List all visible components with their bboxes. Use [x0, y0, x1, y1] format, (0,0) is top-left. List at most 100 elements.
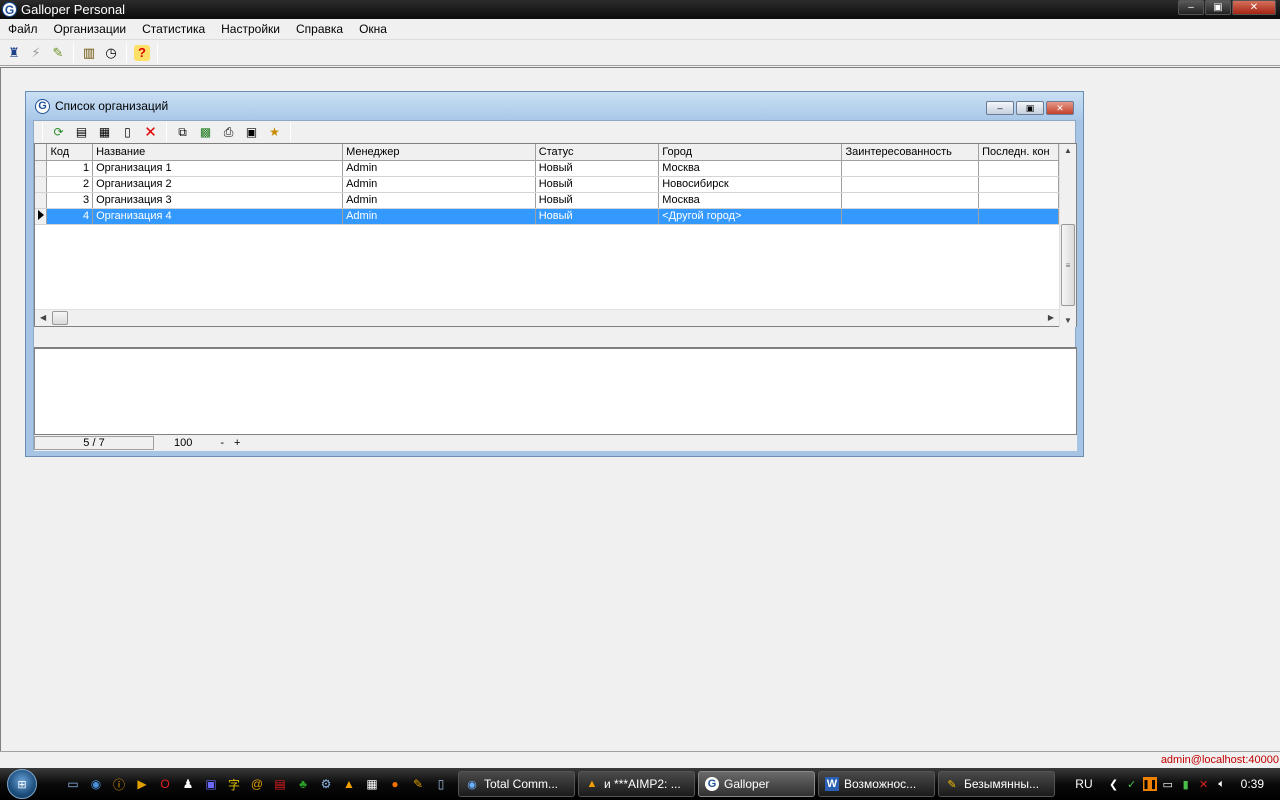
menu-statistics[interactable]: Статистика — [134, 22, 213, 36]
table-row[interactable]: 1 Организация 1 Admin Новый Москва — [35, 160, 1059, 177]
grid-status-bar: 5 / 7 100 - + — [34, 435, 1077, 451]
column-header-manager[interactable]: Менеджер — [342, 144, 536, 161]
scroll-left-icon[interactable]: ◀ — [40, 313, 46, 322]
zoom-in-button[interactable]: + — [234, 437, 240, 449]
help-icon[interactable]: ? — [134, 44, 150, 61]
monitor-icon[interactable]: ▭ — [1161, 777, 1175, 791]
export-icon[interactable]: ▣ — [240, 122, 263, 142]
volume-icon[interactable]: 🔈︎ — [1215, 777, 1229, 791]
column-header-interest[interactable]: Заинтересованность — [841, 144, 980, 161]
column-header-code[interactable]: Код — [46, 144, 94, 161]
cell-code: 4 — [46, 208, 94, 225]
copy-icon[interactable]: ⧉ — [171, 122, 194, 142]
menu-organizations[interactable]: Организации — [46, 22, 135, 36]
toolbar-separator — [73, 42, 74, 63]
filter-icon[interactable]: ▦ — [93, 122, 116, 142]
scroll-right-icon[interactable]: ▶ — [1048, 313, 1054, 322]
firefox-icon[interactable]: ● — [384, 773, 406, 795]
calc-icon[interactable]: ▦ — [361, 773, 383, 795]
refresh-icon[interactable]: ⟳ — [47, 122, 70, 142]
save-icon[interactable]: ▣ — [200, 773, 222, 795]
horizontal-scrollbar[interactable]: ◀ ▶ — [35, 309, 1059, 326]
language-indicator[interactable]: RU — [1075, 777, 1092, 791]
desktop-icon[interactable]: ▭ — [62, 773, 84, 795]
cell-city: Москва — [658, 160, 843, 177]
opera-icon[interactable]: O — [154, 773, 176, 795]
new-document-icon[interactable]: ▯ — [116, 122, 139, 142]
notes-icon[interactable]: ▯ — [430, 773, 452, 795]
pencil-icon[interactable]: ✎ — [407, 773, 429, 795]
child-maximize-button[interactable]: ▣ — [1016, 101, 1044, 115]
table-row[interactable]: 2 Организация 2 Admin Новый Новосибирск — [35, 176, 1059, 193]
cell-status: Новый — [535, 176, 660, 193]
cell-status: Новый — [535, 192, 660, 209]
column-header-name[interactable]: Название — [92, 144, 344, 161]
child-close-button[interactable]: ✕ — [1046, 101, 1074, 115]
detail-panel[interactable] — [34, 347, 1077, 435]
column-header-city[interactable]: Город — [658, 144, 843, 161]
galloper-icon: G — [705, 777, 719, 791]
chevron-left-icon[interactable]: ❮ — [1107, 777, 1121, 791]
table-row-selected[interactable]: 4 Организация 4 Admin Новый <Другой горо… — [35, 208, 1059, 225]
connect-icon[interactable]: ♜ — [3, 42, 25, 64]
browser-icon[interactable]: ◉ — [85, 773, 107, 795]
menu-windows[interactable]: Окна — [351, 22, 395, 36]
media-icon[interactable]: ▶ — [131, 773, 153, 795]
menu-help[interactable]: Справка — [288, 22, 351, 36]
clock-icon[interactable]: ◷ — [100, 42, 122, 64]
cell-interest — [841, 176, 980, 193]
factory-icon[interactable]: ▥ — [78, 42, 100, 64]
minimize-button[interactable]: ‒ — [1178, 0, 1204, 15]
excel-icon[interactable]: ▩ — [194, 122, 217, 142]
pause-icon[interactable]: ❚❚ — [1142, 777, 1157, 791]
print-icon[interactable]: ⎙ — [217, 122, 240, 142]
task-aimp[interactable]: ▲ и ***AIMP2: ... — [578, 771, 695, 797]
properties-icon[interactable]: ▤ — [70, 122, 93, 142]
info-icon[interactable]: ⓘ — [108, 773, 130, 795]
skype-icon[interactable]: ⚙ — [315, 773, 337, 795]
people-icon[interactable]: ♟ — [177, 773, 199, 795]
task-total-commander[interactable]: ◉ Total Comm... — [458, 771, 575, 797]
task-galloper[interactable]: G Galloper — [698, 771, 815, 797]
zoom-out-button[interactable]: - — [220, 437, 224, 449]
battery-icon[interactable]: ▮ — [1179, 777, 1193, 791]
child-minimize-button[interactable]: ‒ — [986, 101, 1014, 115]
column-header-last-contact[interactable]: Последн. кон — [978, 144, 1059, 161]
task-label: и ***AIMP2: ... — [604, 777, 681, 791]
vertical-scroll-thumb[interactable]: ≡ — [1061, 224, 1075, 306]
clock[interactable]: 0:39 — [1241, 777, 1264, 791]
pdf-icon[interactable]: ▤ — [269, 773, 291, 795]
organizations-window-title-bar[interactable]: G Список организаций ‒ ▣ ✕ — [26, 92, 1083, 120]
maximize-button[interactable]: ▣ — [1205, 0, 1231, 15]
quick-launch: ▭ ◉ ⓘ ▶ O ♟ ▣ 字 @ ▤ ♣ ⚙ ▲ ▦ ● ✎ ▯ — [62, 773, 452, 795]
menu-file[interactable]: Файл — [0, 22, 46, 36]
table-row[interactable]: 3 Организация 3 Admin Новый Москва — [35, 192, 1059, 209]
network-disconnected-icon[interactable]: ✕ — [1197, 777, 1211, 791]
start-button[interactable]: ⊞ — [0, 768, 44, 800]
plug-icon[interactable]: ✎ — [47, 42, 69, 64]
import-icon[interactable]: ★ — [263, 122, 286, 142]
menu-bar: Файл Организации Статистика Настройки Сп… — [0, 19, 1280, 40]
disconnect-icon[interactable]: ⚡ — [25, 42, 47, 64]
cell-status: Новый — [535, 160, 660, 177]
app-icon[interactable]: ♣ — [292, 773, 314, 795]
app-title-bar[interactable]: G Galloper Personal ‒ ▣ ✕ — [0, 0, 1280, 19]
menu-settings[interactable]: Настройки — [213, 22, 288, 36]
aimp-icon[interactable]: ▲ — [338, 773, 360, 795]
vertical-scrollbar[interactable]: ▲ ≡ ▼ — [1059, 144, 1076, 327]
mail-icon[interactable]: @ — [246, 773, 268, 795]
horizontal-scroll-thumb[interactable] — [52, 311, 68, 325]
delete-icon[interactable]: ✕ — [139, 122, 162, 142]
network-icon[interactable]: ✓ — [1125, 777, 1139, 791]
cell-last-contact — [978, 160, 1059, 177]
task-word[interactable]: W Возможнос... — [818, 771, 935, 797]
cell-manager: Admin — [342, 176, 536, 193]
galloper-icon: G — [2, 2, 17, 17]
scroll-up-icon[interactable]: ▲ — [1064, 146, 1072, 155]
task-paint[interactable]: ✎ Безымянны... — [938, 771, 1055, 797]
font-icon[interactable]: 字 — [223, 773, 245, 795]
organizations-window-body: ⟳ ▤ ▦ ▯ ✕ ⧉ ▩ ⎙ ▣ ★ Код Название Менедже… — [33, 120, 1077, 451]
close-button[interactable]: ✕ — [1232, 0, 1276, 15]
scroll-down-icon[interactable]: ▼ — [1064, 316, 1072, 325]
column-header-status[interactable]: Статус — [535, 144, 660, 161]
